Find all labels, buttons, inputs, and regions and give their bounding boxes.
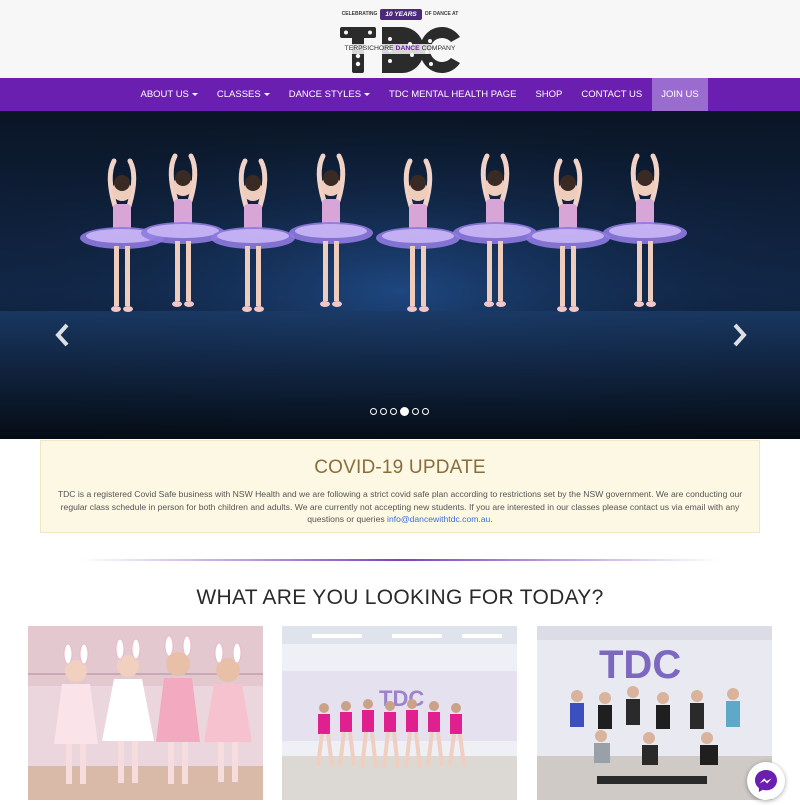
adult-classes-photo: TDC xyxy=(537,626,772,800)
nav-item-label: DANCE STYLES xyxy=(288,89,362,100)
nav-item-label: CLASSES xyxy=(216,89,261,100)
hero-slide-image xyxy=(0,111,800,439)
caret-down-icon xyxy=(191,92,198,96)
nav-items: ABOUT US CLASSES DANCE STYLES TDC MENTAL… xyxy=(131,78,709,111)
section-divider xyxy=(80,559,720,561)
logo-sub-right: COMPANY xyxy=(419,45,456,52)
messenger-chat-button[interactable] xyxy=(747,762,785,800)
carousel-dot[interactable] xyxy=(390,408,397,415)
logo-sub-left: TERPSICHORE xyxy=(344,45,396,52)
logo-sub-dance: DANCE xyxy=(395,45,420,52)
chevron-left-icon xyxy=(55,323,69,347)
nav-item-label: CONTACT US xyxy=(581,89,643,100)
nav-item-label: ABOUT US xyxy=(140,89,189,100)
category-cards: TDC TDC xyxy=(0,626,800,800)
nav-item-label: TDC MENTAL HEALTH PAGE xyxy=(389,89,517,100)
logo-years-badge: 10 YEARS xyxy=(380,8,422,20)
nav-item-about-us[interactable]: ABOUT US xyxy=(131,78,207,111)
junior-classes-photo: TDC xyxy=(282,626,517,800)
site-header: CELEBRATING 10 YEARS OF DANCE AT TERPSIC… xyxy=(0,0,800,78)
logo-of-dance-text: OF DANCE AT xyxy=(424,11,459,17)
covid-title: COVID-19 UPDATE xyxy=(314,457,486,478)
caret-down-icon xyxy=(364,92,371,96)
section-title: WHAT ARE YOU LOOKING FOR TODAY? xyxy=(196,586,604,609)
tdc-logo[interactable]: CELEBRATING 10 YEARS OF DANCE AT TERPSIC… xyxy=(336,7,464,75)
carousel-dot[interactable] xyxy=(400,407,409,416)
nav-item-mental-health[interactable]: TDC MENTAL HEALTH PAGE xyxy=(380,78,526,111)
carousel-dot[interactable] xyxy=(412,408,419,415)
svg-text:TDC: TDC xyxy=(599,643,681,687)
logo-company-name: TERPSICHORE DANCE COMPANY xyxy=(336,44,464,54)
carousel-next-button[interactable] xyxy=(728,321,750,349)
nav-item-classes[interactable]: CLASSES xyxy=(207,78,279,111)
card-adult-classes[interactable]: TDC xyxy=(537,626,772,800)
carousel-dot[interactable] xyxy=(380,408,387,415)
main-nav: ABOUT US CLASSES DANCE STYLES TDC MENTAL… xyxy=(0,78,800,111)
card-kids-ballet[interactable] xyxy=(28,626,263,800)
covid-body-end: . xyxy=(490,514,493,524)
nav-item-join-us[interactable]: JOIN US xyxy=(651,78,709,111)
carousel-indicators xyxy=(370,407,429,416)
carousel-prev-button[interactable] xyxy=(52,321,74,349)
covid-alert: COVID-19 UPDATE TDC is a registered Covi… xyxy=(40,440,760,533)
nav-item-contact-us[interactable]: CONTACT US xyxy=(572,78,652,111)
chevron-right-icon xyxy=(733,323,747,347)
covid-body: TDC is a registered Covid Safe business … xyxy=(55,488,745,526)
carousel-dot[interactable] xyxy=(370,408,377,415)
hero-carousel xyxy=(0,111,800,439)
nav-item-label: SHOP xyxy=(535,89,563,100)
kids-ballet-photo xyxy=(28,626,263,800)
nav-item-dance-styles[interactable]: DANCE STYLES xyxy=(279,78,379,111)
logo-celebrating-text: CELEBRATING xyxy=(341,11,378,17)
caret-down-icon xyxy=(263,92,270,96)
covid-email-link[interactable]: info@dancewithtdc.com.au xyxy=(387,514,490,524)
messenger-icon xyxy=(755,770,777,792)
carousel-dot[interactable] xyxy=(422,408,429,415)
nav-item-label: JOIN US xyxy=(661,89,699,100)
nav-item-shop[interactable]: SHOP xyxy=(526,78,572,111)
card-junior-classes[interactable]: TDC xyxy=(282,626,517,800)
